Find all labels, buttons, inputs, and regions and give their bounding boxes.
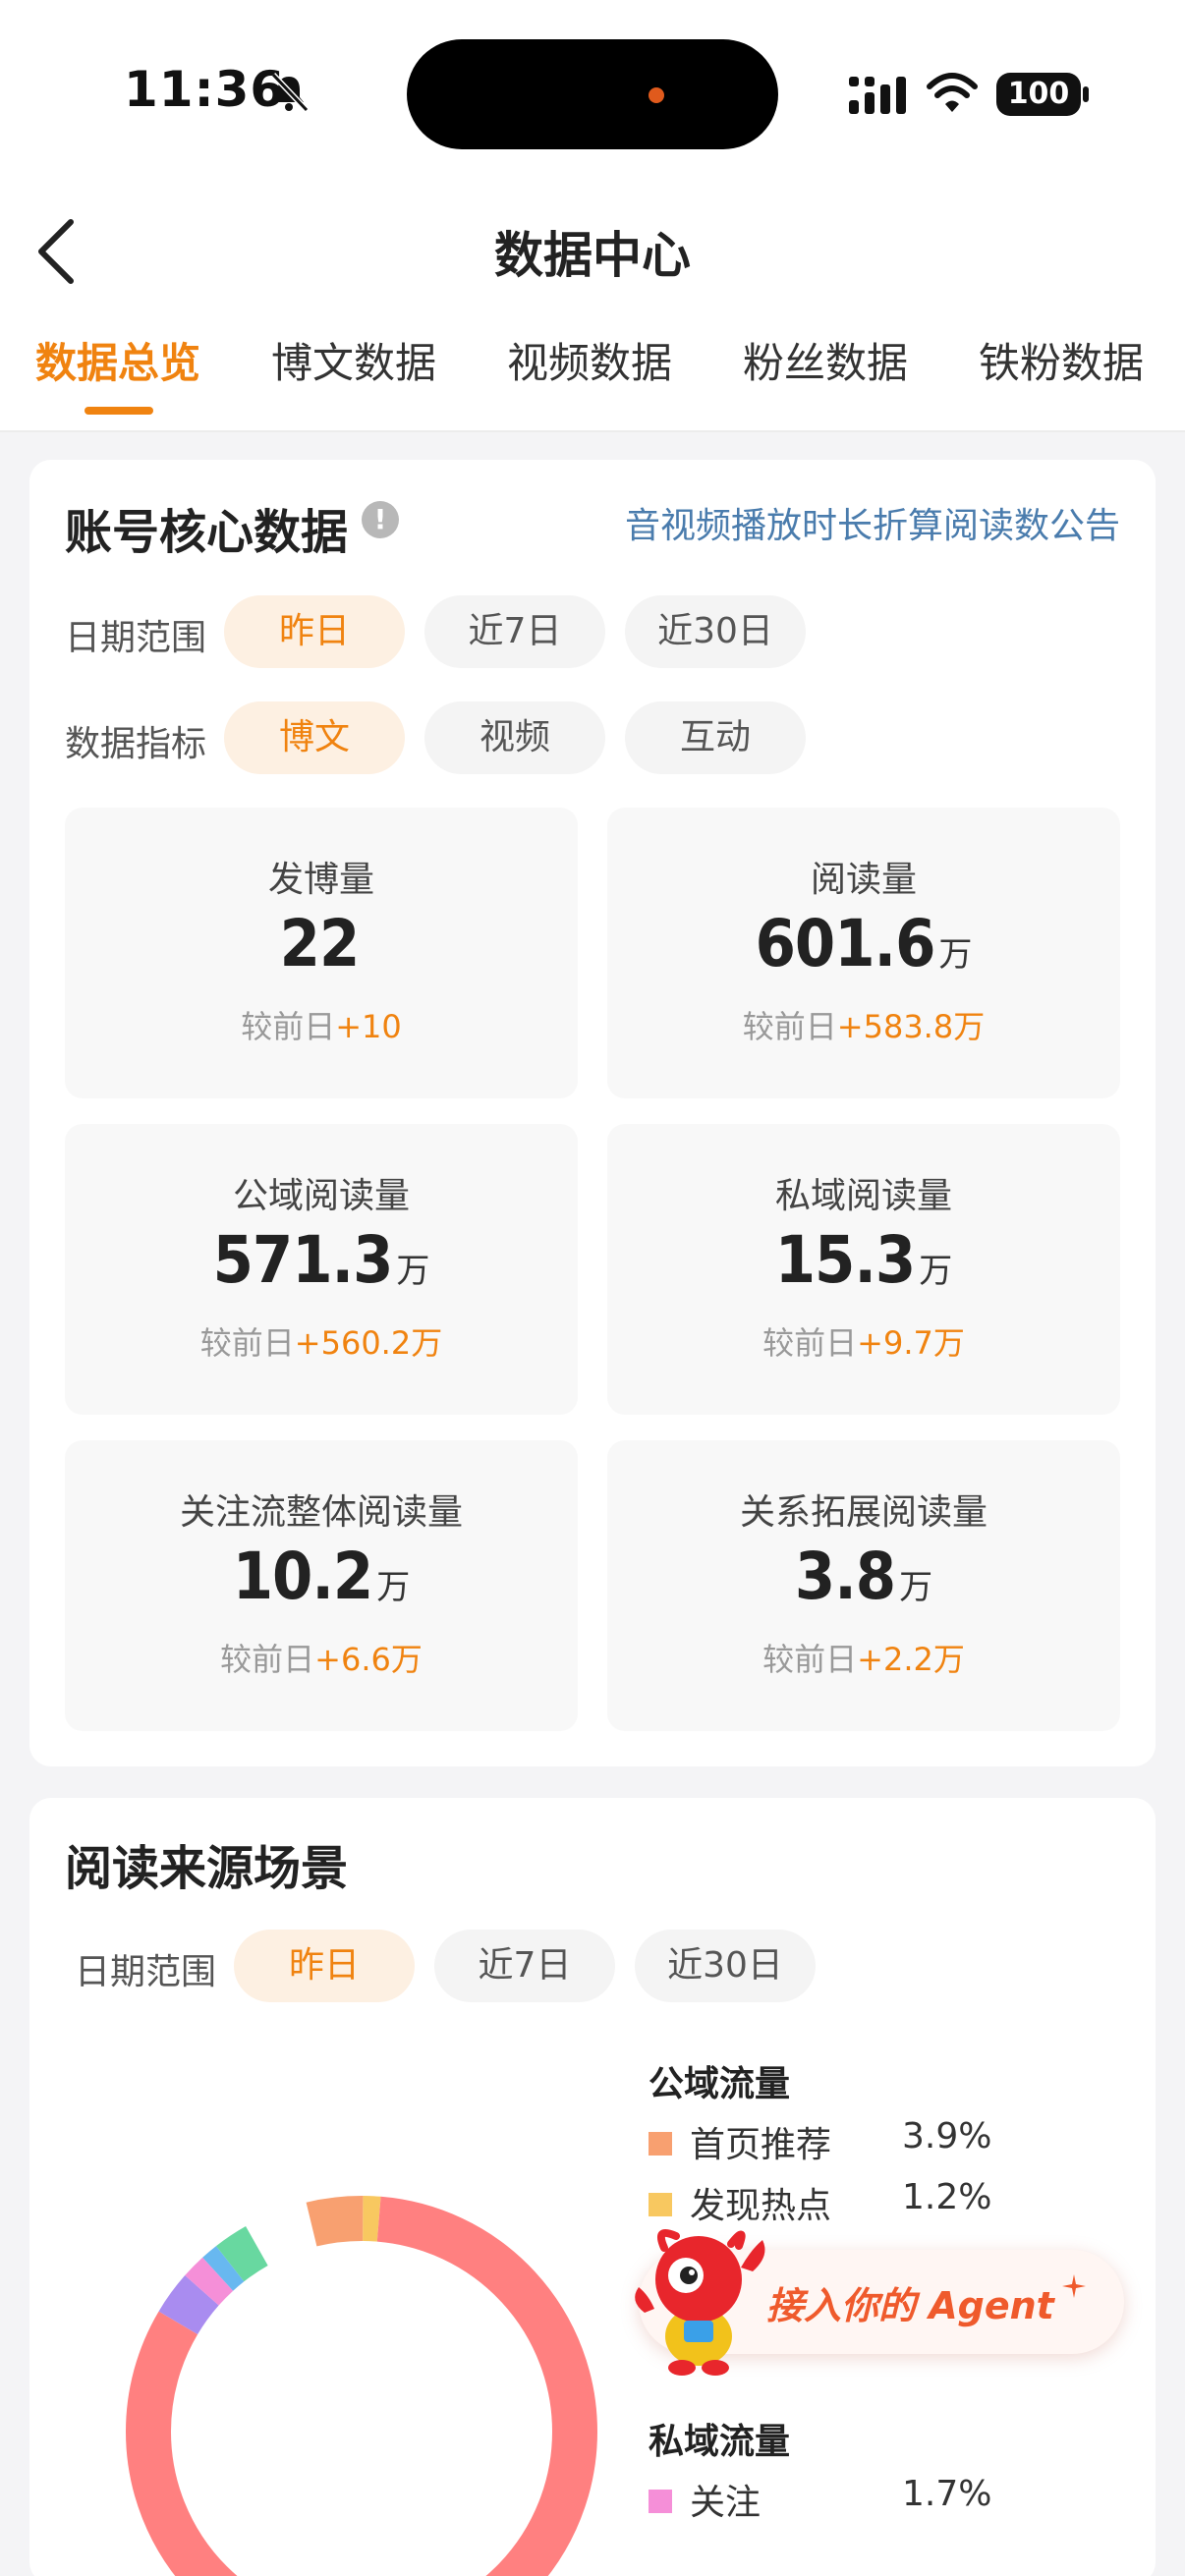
metric-label: 数据指标 (65, 724, 207, 764)
core-data-title: 账号核心数据 (65, 505, 349, 560)
battery-indicator: 100 (996, 73, 1081, 116)
tab-fans[interactable]: 粉丝数据 (743, 330, 908, 390)
battery-tip (1083, 86, 1089, 102)
stat-delta: 较前日+583.8万 (742, 1008, 986, 1045)
read-source-donut-chart (126, 2196, 597, 2576)
date-range-label: 日期范围 (65, 618, 207, 658)
legend-name: 首页推荐 (690, 2125, 832, 2165)
legend-swatch (649, 2132, 672, 2156)
stat-unit: 万 (899, 1568, 933, 1607)
private-traffic-legend: 私域流量 关注 1.7% (649, 2413, 991, 2523)
stat-delta: 较前日+10 (241, 1008, 402, 1045)
legend-item: 关注 1.7% (649, 2474, 1042, 2523)
source-date-option-yesterday[interactable]: 昨日 (234, 1930, 415, 2002)
read-source-title: 阅读来源场景 (65, 1841, 349, 1896)
source-date-range-label: 日期范围 (75, 1952, 217, 1992)
stat-delta: 较前日+2.2万 (762, 1641, 965, 1678)
stat-value: 15.3 (774, 1222, 917, 1298)
stat-delta: 较前日+560.2万 (199, 1324, 443, 1362)
stat-value: 10.2 (232, 1539, 374, 1614)
stat-card-reads[interactable]: 阅读量 601.6 万 较前日+583.8万 (607, 808, 1120, 1098)
agent-banner-label: 接入你的 Agent (766, 2284, 1054, 2327)
stat-card-private-reads[interactable]: 私域阅读量 15.3 万 较前日+9.7万 (607, 1124, 1120, 1415)
wifi-icon (927, 73, 978, 112)
read-source-card: 阅读来源场景 日期范围 昨日 近7日 近30日 公域流量 首页推荐 3.9% 发… (29, 1798, 1156, 2576)
stat-label: 私域阅读量 (774, 1176, 952, 1216)
stat-unit: 万 (919, 1252, 953, 1291)
metric-option-interaction[interactable]: 互动 (625, 701, 806, 774)
legend-swatch (649, 2490, 672, 2513)
stat-unit: 万 (376, 1568, 411, 1607)
stat-card-public-reads[interactable]: 公域阅读量 571.3 万 较前日+560.2万 (65, 1124, 578, 1415)
page-title: 数据中心 (494, 227, 691, 284)
date-option-yesterday[interactable]: 昨日 (224, 595, 405, 668)
info-icon[interactable]: ! (362, 501, 399, 538)
stat-label: 阅读量 (810, 860, 917, 900)
status-time: 11:36 (124, 61, 286, 118)
source-date-option-30days[interactable]: 近30日 (635, 1930, 816, 2002)
metric-option-posts[interactable]: 博文 (224, 701, 405, 774)
legend-percent: 3.9% (902, 2116, 992, 2156)
source-date-option-7days[interactable]: 近7日 (434, 1930, 615, 2002)
stat-label: 发博量 (267, 860, 374, 900)
stat-label: 关系拓展阅读量 (739, 1492, 988, 1533)
tab-overview[interactable]: 数据总览 (35, 330, 200, 390)
stat-card-relation-reads[interactable]: 关系拓展阅读量 3.8 万 较前日+2.2万 (607, 1440, 1120, 1731)
stat-label: 公域阅读量 (232, 1176, 410, 1216)
stat-value: 601.6 (755, 906, 936, 981)
public-traffic-title: 公域流量 (649, 2064, 791, 2104)
public-traffic-legend: 公域流量 首页推荐 3.9% 发现热点 1.2% (649, 2055, 991, 2226)
stat-value: 3.8 (794, 1539, 896, 1614)
tab-bar: 数据总览 博文数据 视频数据 粉丝数据 铁粉数据 (0, 330, 1185, 399)
legend-percent: 1.7% (902, 2474, 992, 2514)
mascot-lobster-icon[interactable] (625, 2218, 772, 2376)
stat-unit: 万 (396, 1252, 430, 1291)
camera-indicator-dot (649, 87, 664, 103)
legend-item: 首页推荐 3.9% (649, 2116, 1042, 2165)
dynamic-island (407, 39, 778, 149)
legend-swatch (649, 2193, 672, 2216)
legend-name: 关注 (690, 2483, 762, 2523)
metric-option-video[interactable]: 视频 (424, 701, 605, 774)
stat-delta: 较前日+9.7万 (762, 1324, 965, 1362)
stat-unit: 万 (938, 935, 973, 975)
tab-videos[interactable]: 视频数据 (507, 330, 672, 390)
private-traffic-title: 私域流量 (649, 2422, 791, 2462)
core-data-card: 账号核心数据 ! 音视频播放时长折算阅读数公告 日期范围 昨日 近7日 近30日… (29, 460, 1156, 1766)
stat-label: 关注流整体阅读量 (179, 1492, 463, 1533)
tab-posts[interactable]: 博文数据 (271, 330, 436, 390)
date-option-30days[interactable]: 近30日 (625, 595, 806, 668)
sparkle-icon (1062, 2274, 1086, 2298)
silent-bell-icon (270, 72, 310, 113)
cellular-signal-icon (849, 77, 906, 114)
date-option-7days[interactable]: 近7日 (424, 595, 605, 668)
nav-bar: 数据中心 数据总览 博文数据 视频数据 粉丝数据 铁粉数据 (0, 187, 1185, 432)
stat-value: 22 (279, 906, 361, 981)
stat-value: 571.3 (212, 1222, 394, 1298)
legend-percent: 1.2% (902, 2177, 992, 2217)
status-bar: 11:36 100 (0, 0, 1185, 187)
tab-iron-fans[interactable]: 铁粉数据 (979, 330, 1144, 390)
stat-card-follow-feed-reads[interactable]: 关注流整体阅读量 10.2 万 较前日+6.6万 (65, 1440, 578, 1731)
playtime-notice-link[interactable]: 音视频播放时长折算阅读数公告 (625, 497, 1120, 548)
active-tab-indicator (85, 407, 153, 415)
stat-card-posts[interactable]: 发博量 22 较前日+10 (65, 808, 578, 1098)
stat-delta: 较前日+6.6万 (220, 1641, 423, 1678)
